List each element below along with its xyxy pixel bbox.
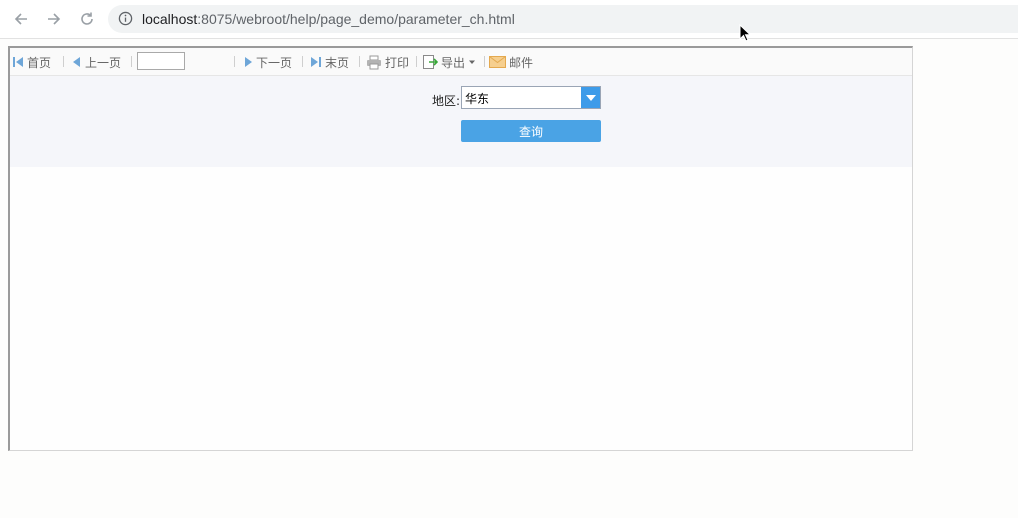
prev-page-button[interactable]: 上一页 [72, 54, 121, 70]
mouse-cursor-icon [739, 24, 751, 42]
chevron-down-icon [469, 60, 476, 64]
last-page-label: 末页 [325, 55, 350, 70]
page-number-input[interactable] [137, 52, 185, 70]
export-button[interactable]: 导出 [422, 54, 479, 70]
info-icon[interactable] [118, 11, 133, 26]
toolbar-divider [131, 56, 132, 67]
region-combobox[interactable]: 华东 [461, 86, 601, 109]
prev-page-icon [73, 57, 80, 67]
toolbar-divider [234, 56, 235, 67]
report-toolbar: 首页 上一页 下一页 末页 打印 导出 邮件 [10, 48, 912, 76]
region-dropdown-button[interactable] [581, 87, 600, 108]
reload-icon [81, 12, 93, 25]
toolbar-divider [416, 56, 417, 67]
printer-icon [367, 55, 381, 69]
print-label: 打印 [385, 55, 410, 70]
url-path: :8075/webroot/help/page_demo/parameter_c… [197, 11, 515, 27]
reload-button[interactable] [77, 9, 97, 29]
region-label: 地区: [432, 94, 461, 108]
export-label: 导出 [441, 55, 466, 70]
print-button[interactable]: 打印 [366, 54, 409, 70]
last-page-icon [311, 57, 321, 67]
first-page-label: 首页 [27, 55, 52, 70]
email-label: 邮件 [509, 55, 534, 70]
browser-toolbar: localhost:8075/webroot/help/page_demo/pa… [0, 0, 1018, 42]
report-content-area [10, 168, 912, 450]
export-icon [423, 55, 438, 69]
back-arrow-icon [14, 13, 27, 25]
toolbar-divider [359, 56, 360, 67]
email-button[interactable]: 邮件 [489, 54, 533, 70]
toolbar-divider [302, 56, 303, 67]
mail-icon [489, 56, 506, 68]
query-button[interactable]: 查询 [461, 120, 601, 142]
next-page-icon [245, 57, 252, 67]
next-page-label: 下一页 [256, 55, 293, 70]
url-text: localhost:8075/webroot/help/page_demo/pa… [142, 11, 515, 27]
region-value: 华东 [465, 92, 490, 106]
next-page-button[interactable]: 下一页 [243, 54, 292, 70]
address-bar[interactable]: localhost:8075/webroot/help/page_demo/pa… [108, 5, 1018, 33]
first-page-button[interactable]: 首页 [13, 54, 51, 70]
forward-arrow-icon [48, 13, 61, 25]
url-host: localhost [142, 11, 198, 27]
first-page-icon [13, 57, 23, 67]
forward-button[interactable] [44, 9, 64, 29]
report-frame: 首页 上一页 下一页 末页 打印 导出 邮件 地区: 华东 查询 [8, 46, 913, 451]
chevron-down-icon [585, 94, 596, 101]
toolbar-divider [63, 56, 64, 67]
toolbar-divider [484, 56, 485, 67]
last-page-button[interactable]: 末页 [310, 54, 349, 70]
prev-page-label: 上一页 [85, 55, 122, 70]
parameter-panel: 地区: 华东 查询 [10, 76, 912, 195]
back-button[interactable] [11, 9, 31, 29]
